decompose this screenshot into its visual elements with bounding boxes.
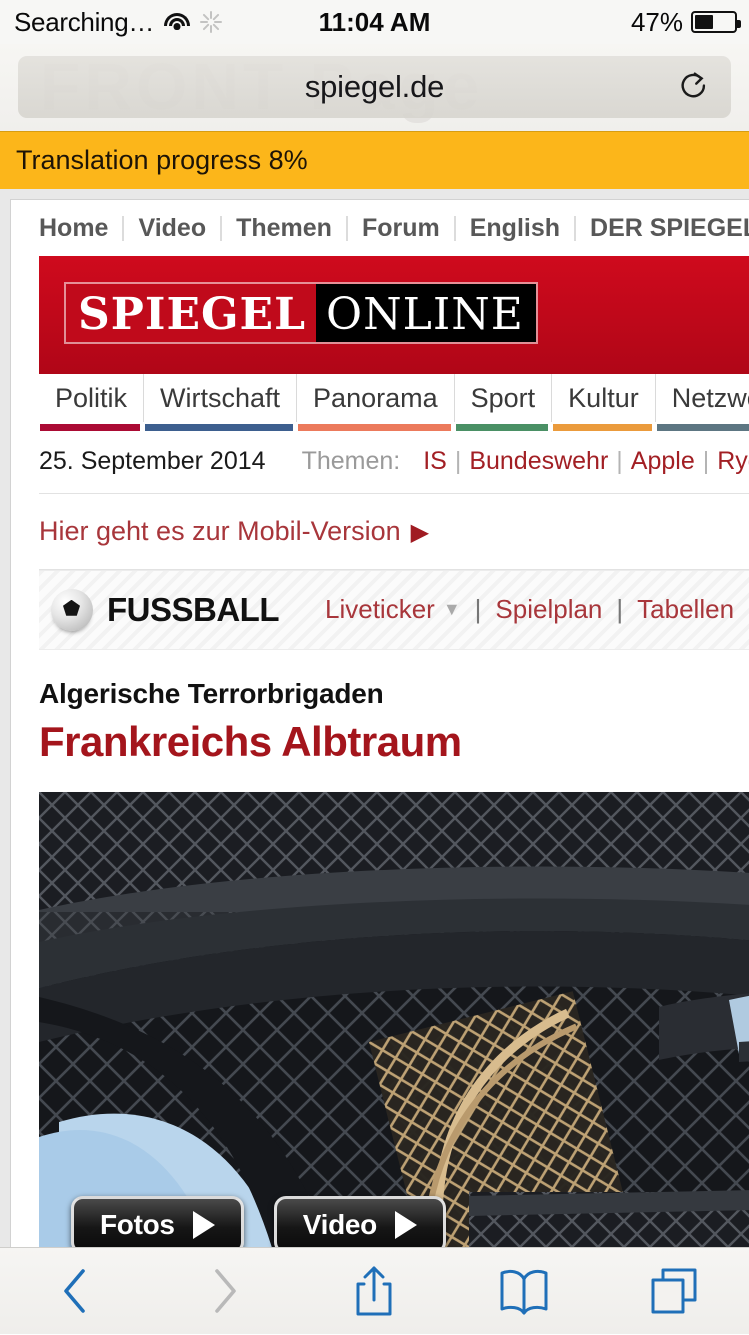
section-underline-netzwelt xyxy=(657,424,749,431)
service-nav-item-der-spiegel[interactable]: DER SPIEGEL xyxy=(576,216,749,241)
logo-spiegel-text: SPIEGEL xyxy=(66,284,316,342)
article-kicker: Algerische Terrorbrigaden xyxy=(39,678,749,710)
back-button[interactable] xyxy=(0,1248,150,1335)
article-photo[interactable]: Fotos Video xyxy=(39,792,749,1247)
back-chevron-icon xyxy=(58,1266,92,1316)
section-link-sport[interactable]: Sport xyxy=(455,374,553,422)
video-button-label: Video xyxy=(303,1209,377,1241)
spiegel-online-logo[interactable]: SPIEGEL ONLINE xyxy=(64,282,538,344)
media-buttons: Fotos Video xyxy=(71,1196,446,1247)
share-button[interactable] xyxy=(300,1248,450,1335)
service-nav-item-forum[interactable]: Forum xyxy=(348,216,456,241)
triangle-right-icon: ▶ xyxy=(411,518,429,547)
eiffel-tower-illustration xyxy=(39,792,749,1247)
service-nav-item-themen[interactable]: Themen xyxy=(222,216,348,241)
section-link-kultur[interactable]: Kultur xyxy=(552,374,656,422)
section-nav-item-panorama[interactable]: Panorama xyxy=(297,374,455,431)
topic-link-is[interactable]: IS xyxy=(423,447,447,476)
section-underline-politik xyxy=(40,424,140,431)
topic-link-apple[interactable]: Apple xyxy=(631,447,695,476)
section-nav-item-sport[interactable]: Sport xyxy=(455,374,553,431)
logo-online-text: ONLINE xyxy=(316,284,536,342)
mobile-version-row: Hier geht es zur Mobil-Version ▶ xyxy=(11,494,749,569)
lead-article[interactable]: Algerische Terrorbrigaden Frankreichs Al… xyxy=(11,650,749,766)
football-separator: | xyxy=(734,594,749,625)
service-nav-item-video[interactable]: Video xyxy=(124,216,222,241)
service-nav-item-english[interactable]: English xyxy=(456,216,576,241)
section-link-wirtschaft[interactable]: Wirtschaft xyxy=(144,374,297,422)
url-text: spiegel.de xyxy=(305,69,444,105)
logo-banner: SPIEGEL ONLINE xyxy=(39,256,749,374)
section-nav-item-politik[interactable]: Politik xyxy=(39,374,144,431)
safari-address-bar-area: FRONT Page spiegel.de xyxy=(0,44,749,131)
mobile-version-link[interactable]: Hier geht es zur Mobil-Version xyxy=(39,516,401,546)
fotos-button-label: Fotos xyxy=(100,1209,175,1241)
football-bar-title: FUSSBALL xyxy=(107,591,279,629)
video-button[interactable]: Video xyxy=(274,1196,446,1247)
soccer-ball-icon xyxy=(51,589,93,631)
section-link-netzwelt[interactable]: Netzwelt xyxy=(656,374,749,422)
section-link-politik[interactable]: Politik xyxy=(39,374,144,422)
section-nav-item-wirtschaft[interactable]: Wirtschaft xyxy=(144,374,297,431)
battery-percent-label: 47% xyxy=(631,7,683,38)
chevron-down-icon[interactable]: ▼ xyxy=(443,599,461,620)
football-separator: | xyxy=(461,594,496,625)
section-nav-item-netzwelt[interactable]: Netzwelt xyxy=(656,374,749,431)
section-underline-wirtschaft xyxy=(145,424,293,431)
football-bar: FUSSBALL Liveticker ▼ | Spielplan | Tabe… xyxy=(39,570,749,650)
play-triangle-icon xyxy=(395,1211,417,1239)
section-nav-item-kultur[interactable]: Kultur xyxy=(552,374,656,431)
tabs-icon xyxy=(649,1266,699,1316)
translation-progress-banner[interactable]: Translation progress 8% xyxy=(0,131,749,189)
share-icon xyxy=(352,1264,396,1318)
bookmarks-button[interactable] xyxy=(449,1248,599,1335)
url-input[interactable]: spiegel.de xyxy=(18,56,731,118)
topics-label: Themen: xyxy=(302,447,401,476)
topic-separator: | xyxy=(447,447,470,476)
play-triangle-icon xyxy=(193,1211,215,1239)
bookmarks-book-icon xyxy=(498,1267,550,1315)
service-nav: Home Video Themen Forum English DER SPIE… xyxy=(11,200,749,256)
topic-separator: | xyxy=(695,447,718,476)
reload-icon[interactable] xyxy=(677,70,711,104)
topic-separator: | xyxy=(608,447,631,476)
spiegel-page: Home Video Themen Forum English DER SPIE… xyxy=(10,199,749,1247)
section-nav: Politik Wirtschaft Panorama Sport Kultur… xyxy=(11,374,749,431)
translation-progress-label: Translation progress 8% xyxy=(0,145,308,176)
football-separator: | xyxy=(602,594,637,625)
page-date: 25. September 2014 xyxy=(39,447,266,476)
topic-link-ryder-cup[interactable]: Ryder Cup xyxy=(717,447,749,476)
battery-icon xyxy=(691,11,737,33)
section-underline-kultur xyxy=(553,424,652,431)
service-nav-item-home[interactable]: Home xyxy=(39,216,124,241)
ios-status-bar: Searching… 11:04 AM 47% xyxy=(0,0,749,44)
date-topics-row: 25. September 2014 Themen: IS | Bundeswe… xyxy=(11,431,749,493)
forward-button[interactable] xyxy=(150,1248,300,1335)
topics-spacer xyxy=(400,447,423,476)
article-headline[interactable]: Frankreichs Albtraum xyxy=(39,718,749,766)
status-bar-right: 47% xyxy=(631,0,737,44)
football-link-liveticker[interactable]: Liveticker xyxy=(325,594,435,625)
section-underline-sport xyxy=(456,424,549,431)
fotos-button[interactable]: Fotos xyxy=(71,1196,244,1247)
football-link-spielplan[interactable]: Spielplan xyxy=(495,594,602,625)
football-bar-links: Liveticker ▼ | Spielplan | Tabellen | St… xyxy=(325,594,749,625)
section-underline-panorama xyxy=(298,424,451,431)
tabs-button[interactable] xyxy=(599,1248,749,1335)
topic-link-bundeswehr[interactable]: Bundeswehr xyxy=(469,447,608,476)
section-link-panorama[interactable]: Panorama xyxy=(297,374,455,422)
safari-bottom-toolbar xyxy=(0,1247,749,1334)
webview[interactable]: Home Video Themen Forum English DER SPIE… xyxy=(0,189,749,1247)
football-link-tabellen[interactable]: Tabellen xyxy=(637,594,734,625)
forward-chevron-icon xyxy=(208,1266,242,1316)
